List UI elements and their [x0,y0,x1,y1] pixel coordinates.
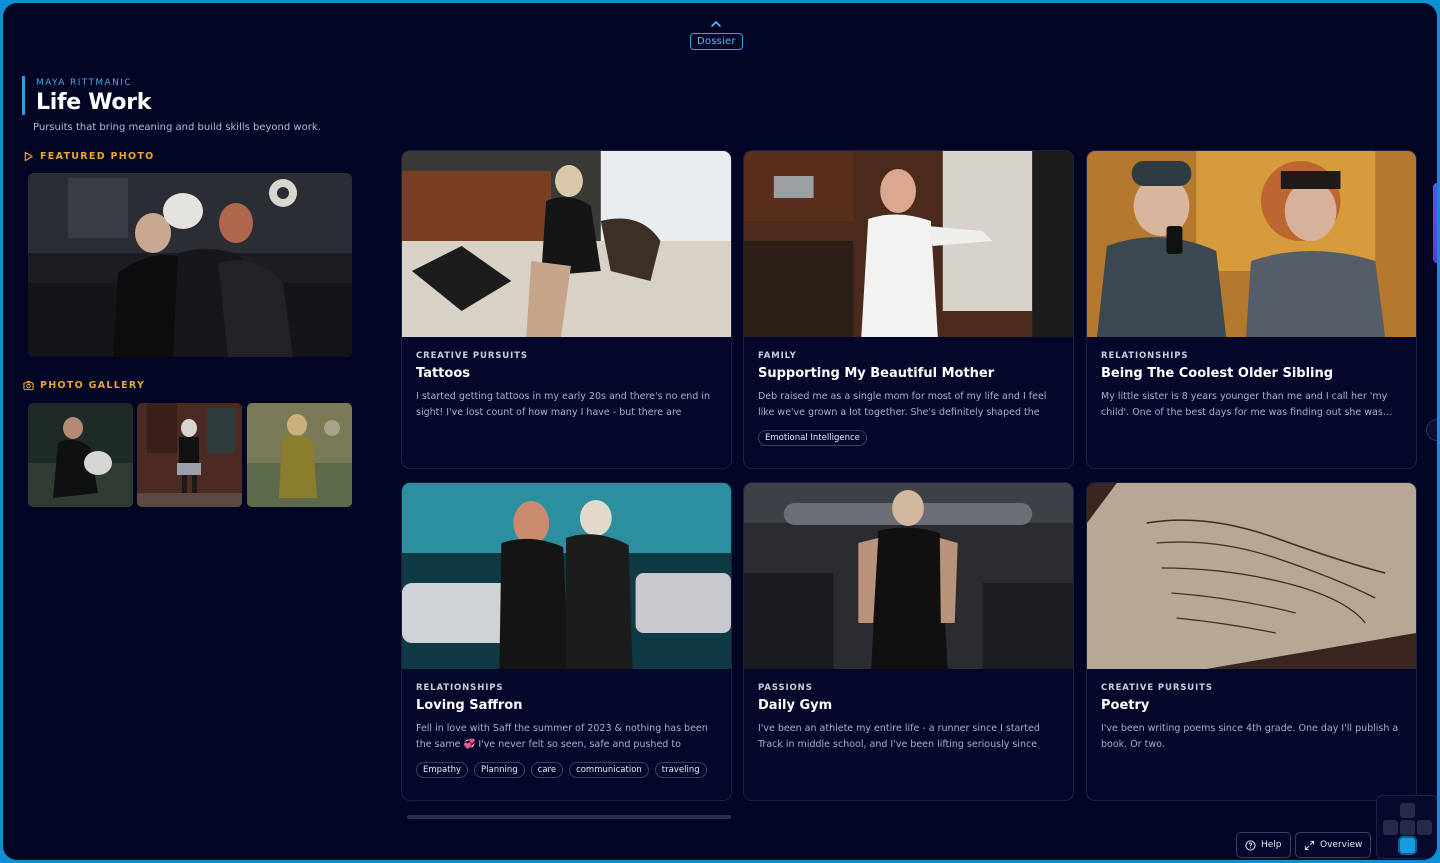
card-photo [402,483,731,669]
minimap[interactable] [1376,795,1437,859]
card-title: Daily Gym [758,698,833,713]
card-description: I started getting tattoos in my early 20… [416,391,710,418]
featured-photo[interactable] [28,173,352,357]
expand-icon [1304,840,1315,850]
tag-chip[interactable]: traveling [654,762,707,778]
card-category: FAMILY [758,351,797,361]
card-category: CREATIVE PURSUITS [1101,683,1213,693]
play-triangle-icon [24,151,33,162]
camera-icon [23,380,34,391]
card-category: RELATIONSHIPS [416,683,504,693]
life-work-card[interactable]: FAMILY Supporting My Beautiful Mother De… [743,150,1074,469]
chevron-up-icon[interactable] [709,19,723,29]
key-icon[interactable] [1426,419,1437,441]
tag-chip[interactable]: Planning [474,762,525,778]
dossier-button[interactable]: Dossier [690,33,743,50]
featured-photo-label: FEATURED PHOTO [23,151,155,162]
dossier-toggle[interactable]: Dossier [690,19,743,50]
life-work-card[interactable]: CREATIVE PURSUITS Tattoos I started gett… [401,150,732,469]
page-subtitle: Pursuits that bring meaning and build sk… [33,122,321,133]
minimap-tile[interactable] [1417,820,1432,835]
photo-gallery-label: PHOTO GALLERY [23,380,145,391]
card-category: RELATIONSHIPS [1101,351,1189,361]
app-window: Dossier MAYA RITTMANIC Life Work Pursuit… [3,3,1437,860]
help-button[interactable]: Help [1236,832,1291,858]
card-title: Poetry [1101,698,1150,713]
life-work-card[interactable]: PASSIONS Daily Gym I've been an athlete … [743,482,1074,801]
minimap-tile[interactable] [1400,820,1415,835]
overview-button[interactable]: Overview [1295,832,1372,858]
card-description: Fell in love with Saff the summer of 202… [416,723,708,750]
gallery-thumbnail[interactable] [247,403,352,507]
card-description: Deb raised me as a single mom for most o… [758,391,1047,418]
minimap-tile[interactable] [1383,820,1398,835]
card-description: My little sister is 8 years younger than… [1101,391,1393,418]
card-photo [402,151,731,337]
profile-name: MAYA RITTMANIC [36,78,132,88]
tag-chip[interactable]: communication [569,762,649,778]
card-photo [744,483,1073,669]
life-work-card[interactable]: CREATIVE PURSUITS Poetry I've been writi… [1086,482,1417,801]
page-title: Life Work [36,90,152,115]
gallery-thumbnail[interactable] [137,403,242,507]
minimap-tile-active[interactable] [1400,838,1415,853]
tag-chip[interactable]: Empathy [416,762,469,778]
card-photo [1087,151,1416,337]
life-work-card[interactable]: RELATIONSHIPS Being The Coolest Older Si… [1086,150,1417,469]
card-category: CREATIVE PURSUITS [416,351,528,361]
card-photo [744,151,1073,337]
card-title: Tattoos [416,366,470,381]
card-photo [1087,483,1416,669]
next-card-peek [407,815,731,819]
help-circle-icon [1245,839,1256,851]
card-description: I've been writing poems since 4th grade.… [1101,723,1399,750]
side-panel-tab[interactable] [1433,183,1437,263]
card-category: PASSIONS [758,683,813,693]
minimap-tile[interactable] [1400,803,1415,818]
gallery-thumbnail[interactable] [28,403,133,507]
card-title: Being The Coolest Older Sibling [1101,366,1334,381]
life-work-card[interactable]: RELATIONSHIPS Loving Saffron Fell in lov… [401,482,732,801]
tag-chip[interactable]: Emotional Intelligence [758,430,867,446]
tag-chip[interactable]: care [530,762,564,778]
card-tags: Emotional Intelligence [758,430,1059,446]
card-title: Supporting My Beautiful Mother [758,366,995,381]
card-tags: Empathy Planning care communication trav… [416,762,717,778]
card-description: I've been an athlete my entire life - a … [758,723,1040,750]
page-header: MAYA RITTMANIC Life Work [22,76,151,115]
card-title: Loving Saffron [416,698,523,713]
